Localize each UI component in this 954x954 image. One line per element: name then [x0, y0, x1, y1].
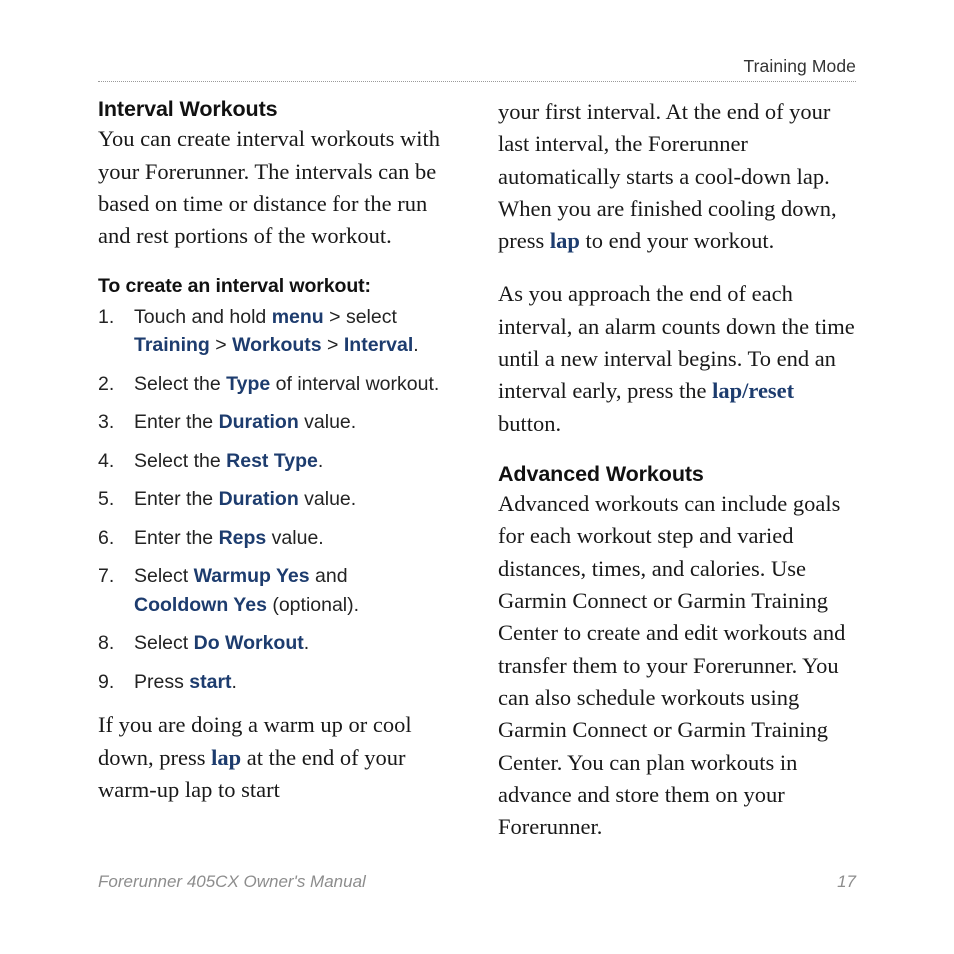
- text-run: value.: [266, 526, 324, 549]
- ui-term: Duration: [218, 488, 299, 511]
- procedure-step: 7. Select Warmup Yes and Cooldown Yes (op…: [98, 562, 446, 619]
- continued-paragraph: your first interval. At the end of your …: [498, 96, 856, 257]
- footer-page-number: 17: [837, 872, 856, 891]
- step-number: 2.: [98, 372, 115, 395]
- procedure-step: 1. Touch and hold menu > select Training …: [98, 303, 446, 360]
- text-run: button.: [498, 410, 562, 436]
- text-run: >: [321, 334, 344, 357]
- ui-term: lap: [549, 228, 580, 254]
- step-text: Enter the Reps value.: [134, 527, 324, 549]
- ui-term: Workouts: [232, 334, 322, 357]
- text-run: (optional).: [266, 593, 360, 616]
- header-divider: [98, 81, 856, 83]
- text-run: Press: [134, 670, 190, 693]
- text-run: and: [309, 565, 348, 588]
- step-number: 3.: [98, 411, 115, 434]
- step-text: Enter the Duration value.: [134, 411, 356, 433]
- running-head: Training Mode: [743, 56, 856, 76]
- text-run: .: [317, 449, 324, 472]
- ui-term: lap/reset: [712, 378, 795, 404]
- ui-term: Rest Type: [226, 449, 318, 472]
- procedure-step: 9. Press start.: [98, 668, 446, 697]
- text-run: to end your workout.: [579, 228, 775, 254]
- step-number: 8.: [98, 632, 115, 655]
- step-text: Touch and hold menu > select Training > …: [134, 306, 419, 357]
- ui-term: lap: [211, 744, 242, 770]
- procedure-step: 2. Select the Type of interval workout.: [98, 370, 446, 399]
- text-run: Enter the: [134, 411, 219, 434]
- procedure-step: 4. Select the Rest Type.: [98, 447, 446, 476]
- procedure-step: 3. Enter the Duration value.: [98, 408, 446, 437]
- page-footer: Forerunner 405CX Owner's Manual 17: [98, 872, 856, 892]
- procedure-step-list: 1. Touch and hold menu > select Training …: [98, 303, 446, 697]
- step-number: 1.: [98, 305, 115, 328]
- text-run: Touch and hold: [134, 305, 272, 328]
- text-run: .: [231, 670, 237, 693]
- step-text: Select the Type of interval workout.: [134, 373, 439, 395]
- text-run: .: [303, 632, 310, 655]
- text-run: Select the: [134, 372, 227, 395]
- ui-term: Interval: [343, 334, 414, 357]
- ui-term: Warmup Yes: [193, 565, 310, 588]
- step-number: 9.: [98, 670, 115, 693]
- text-run: Select the: [134, 449, 227, 472]
- closing-paragraph: If you are doing a warm up or cool down,…: [98, 709, 446, 806]
- step-text: Select Do Workout.: [134, 632, 309, 654]
- ui-term: menu: [271, 305, 324, 328]
- text-run: >: [209, 334, 233, 357]
- text-run: Select: [134, 565, 194, 588]
- ui-term: Cooldown Yes: [134, 593, 267, 616]
- step-number: 5.: [98, 488, 115, 511]
- text-run: Enter the: [134, 526, 219, 549]
- text-run: .: [413, 334, 419, 357]
- footer-manual-title: Forerunner 405CX Owner's Manual: [98, 872, 366, 891]
- text-run: value.: [298, 488, 357, 511]
- ui-term: Training: [134, 334, 210, 357]
- alarm-paragraph: As you approach the end of each interval…: [498, 278, 856, 439]
- step-text: Select Warmup Yes and Cooldown Yes (opti…: [134, 565, 359, 616]
- procedure-step: 8. Select Do Workout.: [98, 629, 446, 658]
- step-text: Enter the Duration value.: [134, 488, 356, 510]
- left-column: Interval Workouts You can create interva…: [98, 96, 446, 806]
- right-column: your first interval. At the end of your …: [498, 96, 856, 843]
- text-run: Select: [134, 632, 194, 655]
- intro-paragraph: You can create interval workouts with yo…: [98, 126, 441, 249]
- text-run: > select: [323, 305, 397, 328]
- text-run: As you approach the end of each interval…: [498, 281, 855, 404]
- ui-term: start: [189, 670, 232, 693]
- ui-term: Duration: [218, 411, 299, 434]
- step-text: Press start.: [134, 671, 237, 693]
- ui-term: Reps: [218, 526, 267, 549]
- procedure-step: 6. Enter the Reps value.: [98, 524, 446, 553]
- step-number: 4.: [98, 449, 115, 472]
- text-run: value.: [298, 411, 357, 434]
- procedure-step: 5. Enter the Duration value.: [98, 485, 446, 514]
- ui-term: Do Workout: [193, 632, 304, 655]
- ui-term: Type: [226, 372, 271, 395]
- step-number: 6.: [98, 526, 115, 549]
- section-heading-interval-workouts: Interval Workouts: [98, 97, 278, 121]
- advanced-workouts-paragraph: Advanced workouts can include goals for …: [498, 491, 846, 840]
- text-run: Enter the: [134, 488, 219, 511]
- section-heading-advanced-workouts: Advanced Workouts: [498, 461, 704, 486]
- manual-page: Training Mode Interval Workouts You can …: [0, 0, 954, 954]
- step-text: Select the Rest Type.: [134, 450, 323, 472]
- page-header: Training Mode: [98, 56, 856, 83]
- procedure-heading: To create an interval workout:: [98, 275, 371, 298]
- step-number: 7.: [98, 565, 115, 588]
- text-run: of interval workout.: [270, 372, 440, 395]
